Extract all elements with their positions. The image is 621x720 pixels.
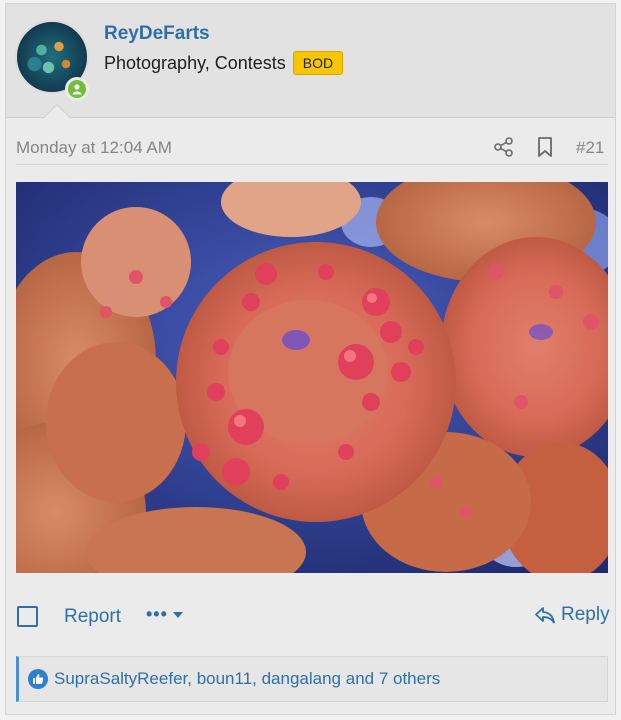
more-options-menu[interactable]: ••• bbox=[146, 604, 184, 625]
reaction-users-link[interactable]: SupraSaltyReefer, boun11, dangalang and … bbox=[54, 669, 440, 689]
post-number-link[interactable]: #21 bbox=[576, 138, 604, 158]
reply-button[interactable]: Reply bbox=[534, 604, 610, 626]
coral-photo[interactable] bbox=[16, 182, 608, 573]
forum-post: ReyDeFarts Photography, Contests BOD Mon… bbox=[5, 3, 616, 715]
reply-label: Reply bbox=[561, 604, 610, 625]
post-meta: Monday at 12:04 AM #21 bbox=[16, 130, 608, 165]
user-header: ReyDeFarts Photography, Contests BOD bbox=[6, 4, 615, 118]
select-checkbox[interactable] bbox=[17, 606, 38, 627]
bookmark-icon[interactable] bbox=[536, 136, 554, 158]
post-actions: Report ••• Reply bbox=[16, 599, 610, 633]
reactions-bar[interactable]: SupraSaltyReefer, boun11, dangalang and … bbox=[16, 656, 608, 702]
post-date-link[interactable]: Monday at 12:04 AM bbox=[16, 138, 172, 158]
like-icon bbox=[28, 669, 48, 689]
online-status-icon bbox=[65, 77, 89, 101]
chevron-down-icon bbox=[172, 611, 183, 618]
user-title: Photography, Contests bbox=[104, 52, 286, 73]
share-icon[interactable] bbox=[493, 136, 515, 158]
more-dots-icon: ••• bbox=[146, 604, 168, 624]
user-badge: BOD bbox=[292, 51, 344, 75]
user-title-row: Photography, Contests BOD bbox=[104, 51, 344, 75]
reply-arrow-icon bbox=[535, 607, 555, 624]
username-link[interactable]: ReyDeFarts bbox=[104, 23, 210, 45]
report-link[interactable]: Report bbox=[64, 606, 121, 628]
